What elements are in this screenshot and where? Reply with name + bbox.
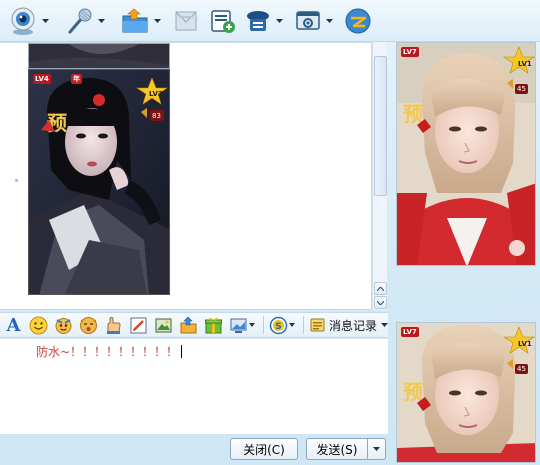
girl-selfie-image: 预 [29,70,169,294]
voice-message-button[interactable] [103,315,124,336]
local-user-video-image: 预 [397,323,535,462]
screen-capture-button[interactable] [228,315,255,336]
gift-button[interactable] [203,315,224,336]
message-history-button[interactable]: 消息记录 [310,315,389,336]
level-badge: LV7 [401,47,419,57]
qzone-icon [345,8,371,33]
text-caret [181,345,183,358]
toolbar-divider [303,316,304,334]
remote-video[interactable]: 预 LV7 LV1 45 [396,42,536,266]
create-group-button[interactable] [208,4,236,38]
chevron-down-icon[interactable] [152,16,162,26]
qzone-button[interactable] [344,4,372,38]
count-badge: 45 [515,364,528,374]
input-toolbar: A S 消息记录 [0,312,389,338]
create-group-icon [211,9,235,33]
previous-photo [28,43,170,69]
doodle-pen-icon [130,317,147,333]
level-badge: LV4 [33,74,51,84]
year-badge: 年 [71,74,82,84]
send-button[interactable]: 发送(S) [306,438,368,460]
chevron-down-icon[interactable] [96,16,106,26]
send-file-button[interactable] [120,4,162,38]
toolbar-divider [263,316,264,334]
voice-chat-button[interactable] [64,4,106,38]
chevron-down-icon[interactable] [274,16,284,26]
remote-user-video-image: 预 [397,43,535,265]
send-options-button[interactable] [367,438,386,460]
message-history-label: 消息记录 [329,318,378,333]
remote-assist-icon [247,10,269,31]
magic-face-icon [55,317,72,334]
count-badge: 45 [515,84,528,94]
chat-history[interactable]: 预 LV4 年 LV2 83 [0,42,372,310]
payment-button[interactable]: S [268,315,295,336]
app-manager-button[interactable] [294,4,334,38]
doodle-button[interactable] [128,315,149,336]
font-a-icon: A [6,314,21,336]
chevron-up-icon [377,286,384,291]
shake-face-icon [80,316,97,334]
scroll-down-button[interactable] [374,296,387,309]
top-toolbar [0,0,540,42]
chevron-down-icon [373,447,380,451]
hand-icon [107,316,121,334]
message-input-text[interactable]: 防水~！！！！！！！！！ [36,343,183,360]
video-chat-icon [11,7,35,35]
app-manager-icon [296,10,320,30]
send-mail-button[interactable] [172,4,200,38]
bottom-bar: 关闭(C) 发送(S) [0,434,392,465]
typed-message: 防水~！！！！！！！！！ [36,345,179,359]
send-mail-icon [175,11,197,30]
font-button[interactable]: A [3,315,24,336]
chevron-down-icon [288,323,295,327]
voice-microphone-icon [68,8,92,33]
send-file-icon [122,8,148,32]
scrollbar-thumb[interactable] [374,56,387,196]
gift-icon [205,317,222,333]
chevron-down-icon [248,323,255,327]
close-button[interactable]: 关闭(C) [230,438,298,460]
level-badge: LV7 [401,327,419,337]
scroll-up-button[interactable] [374,282,387,295]
message-input[interactable]: 防水~！！！！！！！！！ [0,339,388,434]
star-level-label: LV1 [518,340,532,348]
emoji-button[interactable] [28,315,49,336]
star-level-label: LV1 [518,60,532,68]
tenpay-coin-icon: S [269,316,287,334]
chevron-down-icon [381,323,389,327]
file-folder-icon [180,316,197,333]
count-badge: 83 [150,111,163,121]
video-chat-button[interactable] [8,4,50,38]
chevron-down-icon[interactable] [40,16,50,26]
screenshot-button[interactable] [153,315,174,336]
remote-assist-button[interactable] [244,4,284,38]
magic-emoji-button[interactable] [53,315,74,336]
history-scrollbar[interactable] [372,42,387,310]
bullet-dot [15,179,18,182]
svg-text:预: 预 [403,380,423,404]
local-video[interactable]: 预 LV7 LV1 45 [396,322,536,463]
screenshot-icon [155,318,172,332]
chevron-down-icon [377,300,384,305]
svg-text:预: 预 [403,102,423,126]
smiley-icon [29,316,48,334]
chat-photo[interactable]: 预 LV4 年 LV2 83 [28,69,170,295]
transfer-file-button[interactable] [178,315,199,336]
svg-text:S: S [275,322,281,332]
shake-window-button[interactable] [78,315,99,336]
star-level-label: LV2 [149,90,163,98]
message-history-icon [310,318,325,332]
chevron-down-icon[interactable] [324,16,334,26]
image-capture-icon [230,318,246,333]
